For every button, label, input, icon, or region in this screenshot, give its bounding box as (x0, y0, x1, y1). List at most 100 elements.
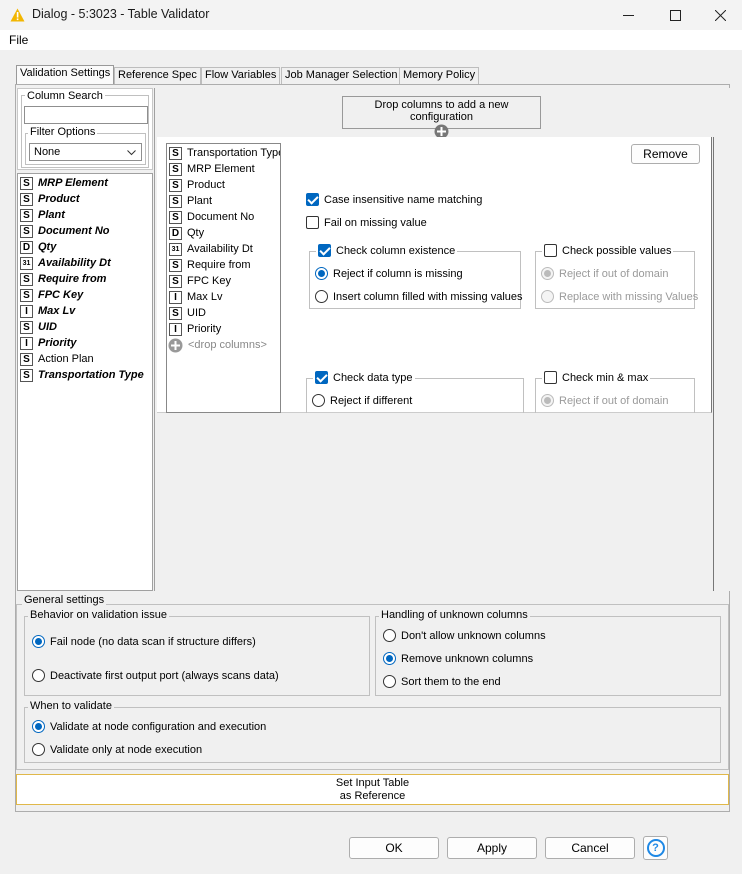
cancel-button[interactable]: Cancel (545, 837, 635, 859)
column-type-icon: S (20, 224, 33, 238)
column-item-document-no[interactable]: S Document No (18, 223, 152, 239)
column-item-priority[interactable]: I Priority (18, 335, 152, 351)
menu-file[interactable]: File (9, 33, 28, 47)
column-item-transportation-type[interactable]: S Transportation Type (167, 145, 280, 161)
column-item-mrp-element[interactable]: S MRP Element (167, 161, 280, 177)
case-insensitive-option[interactable]: Case insensitive name matching (306, 193, 482, 206)
warning-icon (10, 8, 25, 22)
validate-config-option[interactable]: Validate at node configuration and execu… (32, 720, 266, 733)
remove-unknown-radio[interactable] (383, 652, 396, 665)
tab-validation-settings[interactable]: Validation Settings (16, 65, 115, 85)
check-possible-option[interactable]: Check possible values (542, 244, 674, 257)
drop-columns-box[interactable]: Drop columns to add a new configuration (342, 96, 541, 139)
column-item-fpc-key[interactable]: S FPC Key (18, 287, 152, 303)
column-search-title: Column Search (25, 90, 105, 102)
column-item-product[interactable]: S Product (167, 177, 280, 193)
check-existence-checkbox[interactable] (318, 244, 331, 257)
fail-node-option[interactable]: Fail node (no data scan if structure dif… (32, 635, 256, 648)
sort-end-option[interactable]: Sort them to the end (383, 675, 501, 688)
minimize-button[interactable] (605, 0, 651, 30)
tab-reference-spec[interactable]: Reference Spec (114, 67, 201, 84)
column-name: MRP Element (38, 177, 108, 189)
column-item-max-lv[interactable]: I Max Lv (18, 303, 152, 319)
column-item-plant[interactable]: S Plant (167, 193, 280, 209)
check-minmax-option[interactable]: Check min & max (542, 371, 651, 384)
reject-missing-label: Reject if column is missing (333, 267, 463, 280)
column-item-mrp-element[interactable]: S MRP Element (18, 175, 152, 191)
tab-memory-policy[interactable]: Memory Policy (399, 67, 480, 84)
config-empty-area (157, 413, 713, 591)
column-type-icon: I (169, 290, 182, 304)
set-input-table-reference-button[interactable]: Set Input Table as Reference (16, 774, 729, 805)
column-name: UID (187, 307, 206, 319)
help-button[interactable]: ? (643, 836, 668, 860)
column-item-uid[interactable]: S UID (18, 319, 152, 335)
filter-options-select[interactable]: None (29, 143, 142, 161)
add-icon (168, 338, 183, 352)
filter-selected-value: None (34, 146, 61, 158)
column-item-plant[interactable]: S Plant (18, 207, 152, 223)
validate-exec-radio[interactable] (32, 743, 45, 756)
close-button[interactable] (697, 0, 742, 30)
maximize-icon (669, 9, 681, 21)
maximize-button[interactable] (652, 0, 698, 30)
drop-box-label: Drop columns to add a new configuration (374, 99, 509, 123)
column-item-require-from[interactable]: S Require from (167, 257, 280, 273)
column-name: Availability Dt (187, 243, 253, 255)
tab-job-manager-selection[interactable]: Job Manager Selection (281, 67, 402, 84)
reject-domain-option: Reject if out of domain (541, 267, 668, 280)
validate-config-radio[interactable] (32, 720, 45, 733)
reject-domain2-radio (541, 394, 554, 407)
check-minmax-checkbox[interactable] (544, 371, 557, 384)
column-item-qty[interactable]: D Qty (18, 239, 152, 255)
column-type-icon: S (20, 368, 33, 382)
validate-exec-option[interactable]: Validate only at node execution (32, 743, 202, 756)
column-type-icon: S (169, 178, 182, 192)
fail-node-radio[interactable] (32, 635, 45, 648)
available-columns-list[interactable]: S MRP Element S Product S Plant S Document No D Q… (17, 173, 153, 591)
column-item-document-no[interactable]: S Document No (167, 209, 280, 225)
tab-flow-variables[interactable]: Flow Variables (201, 67, 281, 84)
sort-end-radio[interactable] (383, 675, 396, 688)
check-type-option[interactable]: Check data type (313, 371, 415, 384)
remove-button[interactable]: Remove (631, 144, 700, 164)
column-item-action-plan[interactable]: S Action Plan (18, 351, 152, 367)
check-possible-checkbox[interactable] (544, 244, 557, 257)
reject-missing-radio[interactable] (315, 267, 328, 280)
column-item-qty[interactable]: D Qty (167, 225, 280, 241)
configured-columns-list[interactable]: S Transportation Type S MRP Element S Product… (166, 143, 281, 413)
general-settings-title: General settings (22, 594, 107, 606)
deactivate-option[interactable]: Deactivate first output port (always sca… (32, 669, 279, 682)
column-item-transportation-type[interactable]: S Transportation Type (18, 367, 152, 383)
column-item-availability-dt[interactable]: 31 Availability Dt (167, 241, 280, 257)
remove-unknown-option[interactable]: Remove unknown columns (383, 652, 533, 665)
column-name: Priority (38, 337, 77, 349)
column-search-input[interactable] (24, 106, 148, 124)
apply-button[interactable]: Apply (447, 837, 537, 859)
column-item-require-from[interactable]: S Require from (18, 271, 152, 287)
insert-column-option[interactable]: Insert column filled with missing values (315, 290, 523, 303)
check-existence-option[interactable]: Check column existence (316, 244, 458, 257)
column-item-product[interactable]: S Product (18, 191, 152, 207)
reject-different-radio[interactable] (312, 394, 325, 407)
case-insensitive-checkbox[interactable] (306, 193, 319, 206)
column-item-availability-dt[interactable]: 31 Availability Dt (18, 255, 152, 271)
insert-column-radio[interactable] (315, 290, 328, 303)
check-type-checkbox[interactable] (315, 371, 328, 384)
dont-allow-radio[interactable] (383, 629, 396, 642)
column-name: Product (187, 179, 225, 191)
column-item-priority[interactable]: I Priority (167, 321, 280, 337)
column-item-max-lv[interactable]: I Max Lv (167, 289, 280, 305)
column-item-uid[interactable]: S UID (167, 305, 280, 321)
deactivate-radio[interactable] (32, 669, 45, 682)
reject-different-option[interactable]: Reject if different (312, 394, 412, 407)
ok-button[interactable]: OK (349, 837, 439, 859)
validate-exec-label: Validate only at node execution (50, 743, 203, 756)
chevron-down-icon (127, 150, 136, 156)
column-name: Qty (38, 241, 57, 253)
column-item-fpc-key[interactable]: S FPC Key (167, 273, 280, 289)
fail-missing-option[interactable]: Fail on missing value (306, 216, 427, 229)
fail-missing-checkbox[interactable] (306, 216, 319, 229)
dont-allow-option[interactable]: Don't allow unknown columns (383, 629, 546, 642)
reject-missing-option[interactable]: Reject if column is missing (315, 267, 463, 280)
